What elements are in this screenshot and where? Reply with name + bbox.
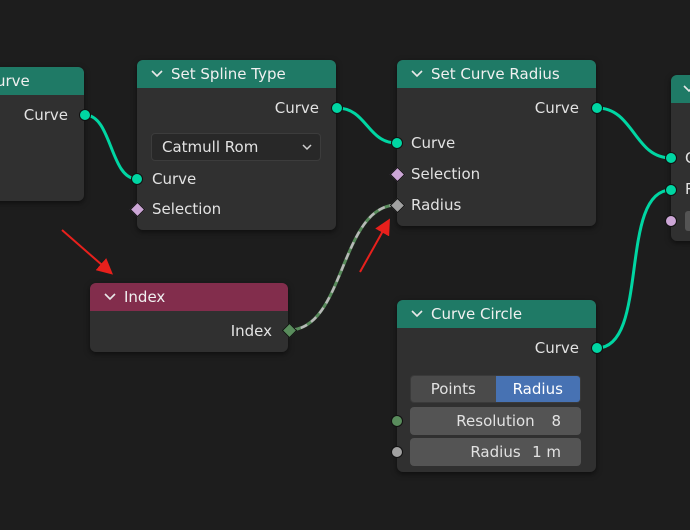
output-socket-curve[interactable] [591,342,603,354]
node-header[interactable]: Set Spline Type [137,60,336,88]
node-title: Index [124,288,166,306]
output-label-curve: Curve [534,99,579,117]
red-arrow-icon [61,229,114,275]
input-socket-curve[interactable] [391,137,403,149]
input-label-curve: Curve [411,134,456,152]
node-title: Set Spline Type [171,65,286,83]
mode-option-radius[interactable]: Radius [495,376,580,402]
chevron-down-icon [302,134,312,168]
input-label-selection: Selection [411,165,481,183]
node-curve-circle[interactable]: Curve Circle Curve Points Radius Resolut… [397,300,596,472]
node-index[interactable]: Index Index [90,283,288,352]
selection-field[interactable] [685,211,690,231]
node-title: Curve Circle [431,305,523,323]
spline-type-dropdown[interactable]: Catmull Rom [151,133,321,161]
link-set-spline-type-to-set-curve-radius [336,106,398,145]
output-socket-curve[interactable] [331,102,343,114]
input-socket-resolution[interactable] [391,415,403,427]
radius-field[interactable]: Radius 1 m [410,438,581,466]
input-socket-curve[interactable] [131,173,143,185]
input-label-radius: Radius [411,196,462,214]
input-label-curve: Curve [152,170,197,188]
output-socket-curve[interactable] [79,109,91,121]
field-value: 8 [551,412,561,430]
node-header[interactable] [671,75,690,103]
mode-option-points[interactable]: Points [411,376,496,402]
input-label-radius: R [685,179,690,199]
link-curve-circle-to-next-radius [596,188,672,350]
node-title: Set Curve Radius [431,65,560,83]
chevron-down-icon[interactable] [683,75,690,112]
node-partial-left[interactable]: urve Curve [0,67,84,201]
chevron-down-icon[interactable] [407,300,427,328]
chevron-down-icon[interactable] [407,60,427,88]
link-curve-to-set-spline-type [84,113,138,181]
dropdown-value: Catmull Rom [162,138,259,156]
field-value: 1 m [532,443,561,461]
chevron-down-icon[interactable] [100,283,120,311]
link-set-curve-radius-to-next [596,106,672,160]
node-set-spline-type[interactable]: Set Spline Type Curve Catmull Rom Curve … [137,60,336,230]
output-socket-curve[interactable] [591,102,603,114]
input-socket-radius[interactable] [391,446,403,458]
input-label-curve: C [685,148,690,168]
node-header[interactable]: urve [0,67,84,95]
chevron-down-icon[interactable] [147,60,167,88]
node-header[interactable]: Set Curve Radius [397,60,596,88]
red-arrow-icon [359,218,390,273]
mode-toggle[interactable]: Points Radius [410,375,581,403]
output-label-curve: Curve [534,339,579,357]
input-socket-curve[interactable] [665,152,677,164]
output-label-index: Index [230,322,272,340]
node-header[interactable]: Curve Circle [397,300,596,328]
node-set-curve-radius[interactable]: Set Curve Radius Curve Curve Selection R… [397,60,596,226]
input-socket-selection[interactable] [665,215,677,227]
resolution-field[interactable]: Resolution 8 [410,407,581,435]
node-title: urve [0,72,30,90]
output-label-curve: Curve [274,99,319,117]
input-socket-radius[interactable] [665,184,677,196]
node-header[interactable]: Index [90,283,288,311]
output-label-curve: Curve [23,106,68,124]
input-label-selection: Selection [152,200,222,218]
